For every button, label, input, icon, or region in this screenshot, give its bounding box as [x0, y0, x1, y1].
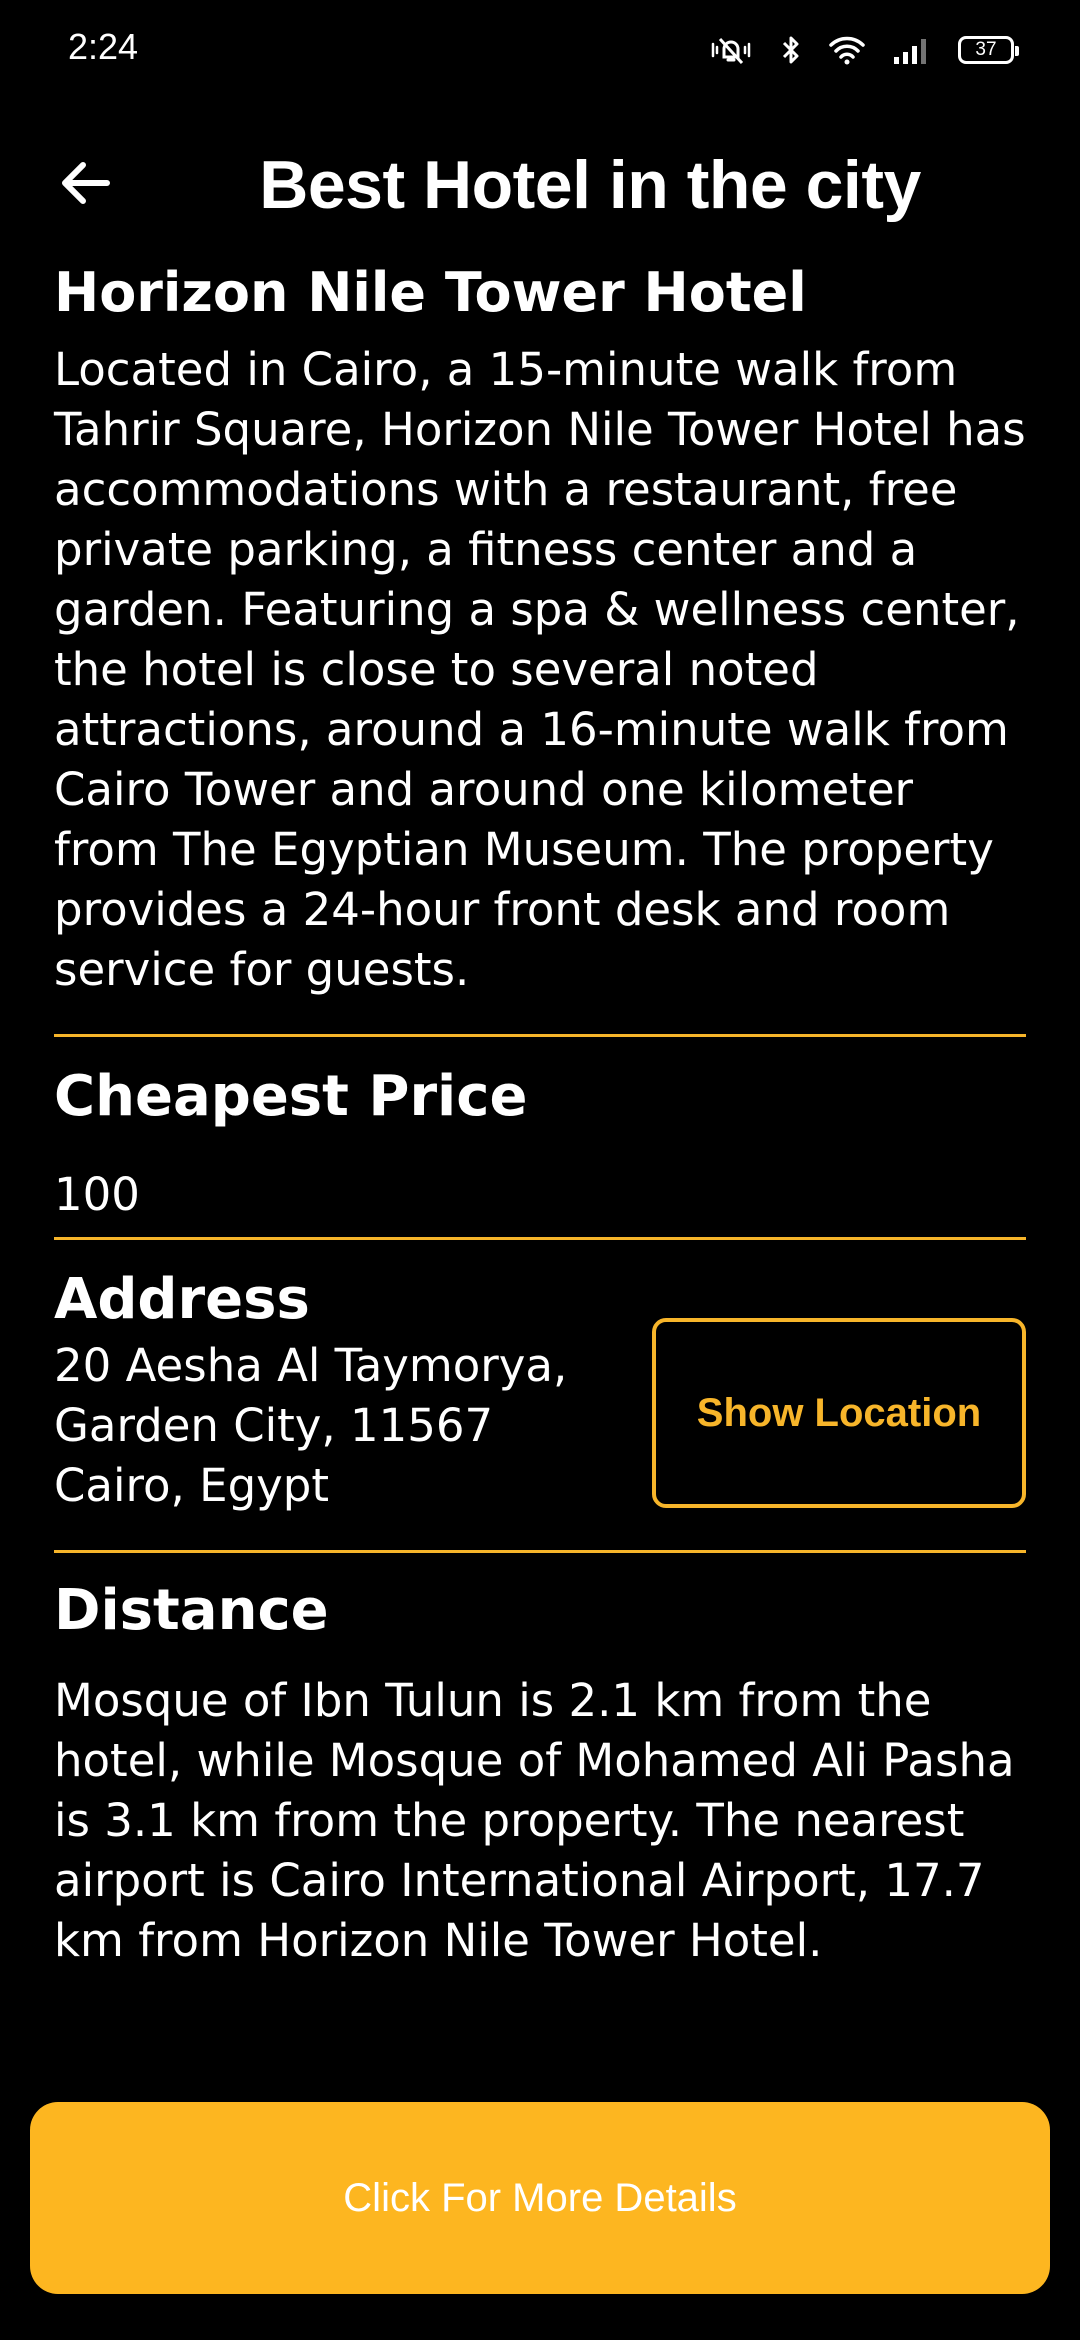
price-heading: Cheapest Price: [54, 1064, 528, 1129]
show-location-button[interactable]: Show Location: [652, 1318, 1026, 1508]
divider: [54, 1550, 1026, 1553]
back-button[interactable]: [52, 152, 118, 218]
battery-icon: 37: [958, 36, 1019, 64]
distance-heading: Distance: [54, 1578, 329, 1643]
app-header: Best Hotel in the city: [0, 130, 1080, 240]
signal-icon: [892, 35, 932, 65]
status-icons: 37: [708, 30, 1019, 70]
price-section: Cheapest Price 100: [54, 1037, 1026, 1237]
page-title: Best Hotel in the city: [259, 147, 921, 223]
address-line-1: 20 Aesha Al Taymorya,: [54, 1339, 568, 1392]
address-line-3: Cairo, Egypt: [54, 1459, 329, 1512]
wifi-icon: [828, 35, 866, 65]
price-value: 100: [54, 1168, 140, 1221]
hotel-description: Located in Cairo, a 15-minute walk from …: [54, 343, 1026, 996]
arrow-left-icon: [57, 159, 113, 211]
address-section: Address 20 Aesha Al Taymorya, Garden Cit…: [54, 1240, 1026, 1550]
bluetooth-icon: [780, 34, 802, 66]
distance-text: Mosque of Ibn Tulun is 2.1 km from the h…: [54, 1674, 1015, 1967]
address-line-2: Garden City, 11567: [54, 1399, 494, 1452]
address-text: 20 Aesha Al Taymorya, Garden City, 11567…: [54, 1336, 614, 1516]
address-heading: Address: [54, 1267, 310, 1332]
hotel-details: Horizon Nile Tower Hotel Located in Cair…: [54, 258, 1026, 1967]
description-section: Horizon Nile Tower Hotel Located in Cair…: [54, 258, 1026, 1034]
battery-level: 37: [975, 39, 997, 60]
status-bar: 2:24 37: [0, 0, 1080, 96]
status-time: 2:24: [68, 26, 139, 67]
more-details-button[interactable]: Click For More Details: [30, 2102, 1050, 2294]
hotel-name: Horizon Nile Tower Hotel: [54, 261, 807, 324]
mute-vibrate-icon: [708, 35, 754, 65]
